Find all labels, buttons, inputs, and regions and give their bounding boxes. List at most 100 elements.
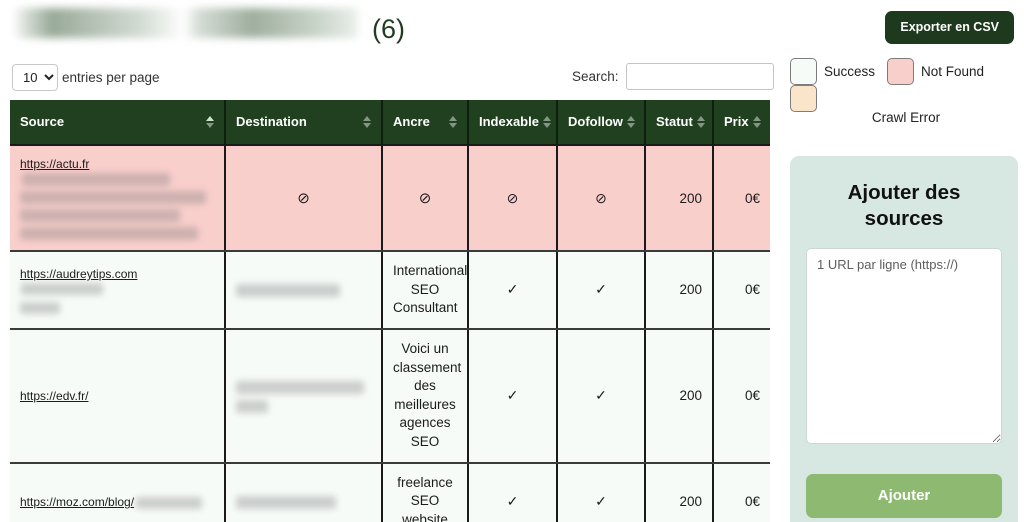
redacted-title-text [12, 8, 362, 38]
backlinks-table-container: Source Destination Ancre Indexable Dofollow S… [10, 100, 770, 522]
cell-destination: ⊘ [225, 144, 383, 252]
cell-statut: 200 [645, 328, 714, 464]
anchor-text: International SEO Consultant [393, 263, 468, 316]
cell-prix: 0€ [713, 328, 770, 464]
column-header-label: Ancre [393, 114, 430, 129]
legend-item-not-found: Not Found [887, 58, 984, 85]
column-header-label: Source [20, 114, 65, 129]
column-header-label: Dofollow [568, 114, 623, 129]
prohibited-icon: ⊘ [506, 189, 519, 206]
cell-statut: 200 [645, 144, 714, 252]
sort-arrows-icon[interactable] [363, 115, 371, 128]
prohibited-icon: ⊘ [297, 189, 310, 207]
cell-statut: 200 [645, 462, 714, 522]
table-row[interactable]: https://edv.fr/Voici un classement des m… [10, 328, 770, 464]
legend-swatch [887, 58, 915, 85]
export-csv-button[interactable]: Exporter en CSV [885, 11, 1014, 44]
table-row[interactable]: https://audreytips.com International SEO … [10, 251, 770, 330]
sort-arrows-icon[interactable] [449, 115, 457, 128]
redacted-text [22, 172, 170, 186]
add-sources-button[interactable]: Ajouter [806, 474, 1002, 519]
legend-label: Success [824, 64, 876, 79]
redacted-text [236, 399, 268, 413]
redacted-text [236, 380, 364, 394]
check-icon: ✓ [506, 281, 519, 298]
entries-per-page-control: 102550100 entries per page [12, 64, 160, 91]
cell-prix: 0€ [713, 144, 770, 252]
backlinks-table: Source Destination Ancre Indexable Dofollow S… [10, 100, 770, 522]
legend-swatch [790, 58, 817, 85]
column-header-source[interactable]: Source [10, 100, 226, 145]
check-icon: ✓ [595, 387, 607, 404]
redacted-text [20, 301, 60, 314]
column-header-label: Indexable [479, 114, 539, 129]
redacted-text [20, 191, 206, 204]
cell-source: https://audreytips.com [10, 251, 226, 330]
column-header-label: Prix [724, 114, 749, 129]
sort-arrows-icon[interactable] [626, 115, 635, 128]
source-link[interactable]: https://moz.com/blog/ [20, 495, 134, 509]
cell-indexable: ✓ [468, 328, 558, 464]
cell-ancre: ⊘ [382, 144, 469, 252]
cell-destination [225, 328, 383, 464]
redacted-text [20, 227, 198, 240]
column-header-label: Statut [656, 114, 693, 129]
sort-arrows-icon[interactable] [542, 115, 551, 128]
table-header-row: Source Destination Ancre Indexable Dofollow S… [10, 100, 770, 145]
column-header-destination[interactable]: Destination [225, 100, 383, 145]
check-icon: ✓ [506, 493, 519, 510]
result-count: (6) [372, 14, 405, 44]
search-control: Search: [572, 63, 774, 90]
sort-arrows-icon[interactable] [696, 115, 705, 128]
table-row[interactable]: https://moz.com/blog/freelance SEO websi… [10, 462, 770, 522]
prohibited-icon: ⊘ [595, 189, 607, 206]
cell-prix: 0€ [713, 462, 770, 522]
redacted-text [136, 496, 203, 509]
sort-arrows-icon[interactable] [206, 115, 214, 128]
cell-dofollow: ⊘ [557, 144, 646, 252]
source-link[interactable]: https://edv.fr/ [20, 389, 88, 403]
column-header-prix[interactable]: Prix [713, 100, 770, 145]
cell-ancre: freelance SEO website [382, 462, 469, 522]
redacted-text [236, 496, 336, 509]
legend-swatch-crawl-error [790, 85, 817, 112]
cell-indexable: ✓ [468, 251, 558, 330]
sort-arrows-icon[interactable] [752, 115, 761, 128]
cell-destination [225, 251, 383, 330]
column-header-statut[interactable]: Statut [645, 100, 714, 145]
cell-ancre: International SEO Consultant [382, 251, 469, 330]
column-header-indexable[interactable]: Indexable [468, 100, 558, 145]
check-icon: ✓ [506, 387, 519, 404]
cell-source: https://moz.com/blog/ [10, 462, 226, 522]
entries-per-page-select[interactable]: 102550100 [12, 64, 58, 91]
cell-indexable: ⊘ [468, 144, 558, 252]
cell-dofollow: ✓ [557, 251, 646, 330]
legend-item-success: Success [790, 58, 875, 85]
search-label: Search: [572, 69, 619, 84]
check-icon: ✓ [595, 281, 607, 298]
anchor-text: freelance SEO website [397, 474, 453, 522]
column-header-dofollow[interactable]: Dofollow [557, 100, 646, 145]
table-row[interactable]: https://actu.fr ⊘ ⊘ ⊘ ⊘ 200 0€ [10, 144, 770, 252]
cell-dofollow: ✓ [557, 462, 646, 522]
add-sources-panel: Ajouter des sources Ajouter [790, 156, 1018, 522]
legend-crawl-error-label: Crawl Error [871, 110, 941, 125]
legend-label: Not Found [921, 64, 985, 79]
cell-prix: 0€ [713, 251, 770, 330]
search-input[interactable] [625, 63, 774, 90]
source-link[interactable]: https://actu.fr [20, 157, 89, 171]
source-link[interactable]: https://audreytips.com [20, 267, 137, 281]
cell-ancre: Voici un classement des meilleures agenc… [382, 328, 469, 464]
add-sources-title: Ajouter des sources [847, 181, 961, 231]
urls-textarea[interactable] [806, 248, 1002, 445]
check-icon: ✓ [595, 493, 607, 510]
cell-dofollow: ✓ [557, 328, 646, 464]
page-root: (6) Exporter en CSV 102550100 entries pe… [0, 0, 1024, 522]
column-header-ancre[interactable]: Ancre [382, 100, 469, 145]
redacted-text [20, 209, 180, 222]
redacted-text [236, 284, 340, 298]
status-legend: Success Not Found [790, 58, 1022, 112]
table-body: https://actu.fr ⊘ ⊘ ⊘ ⊘ 200 0€ https://audreyti… [10, 144, 770, 522]
cell-indexable: ✓ [468, 462, 558, 522]
table-head: Source Destination Ancre Indexable Dofollow S… [10, 100, 770, 145]
